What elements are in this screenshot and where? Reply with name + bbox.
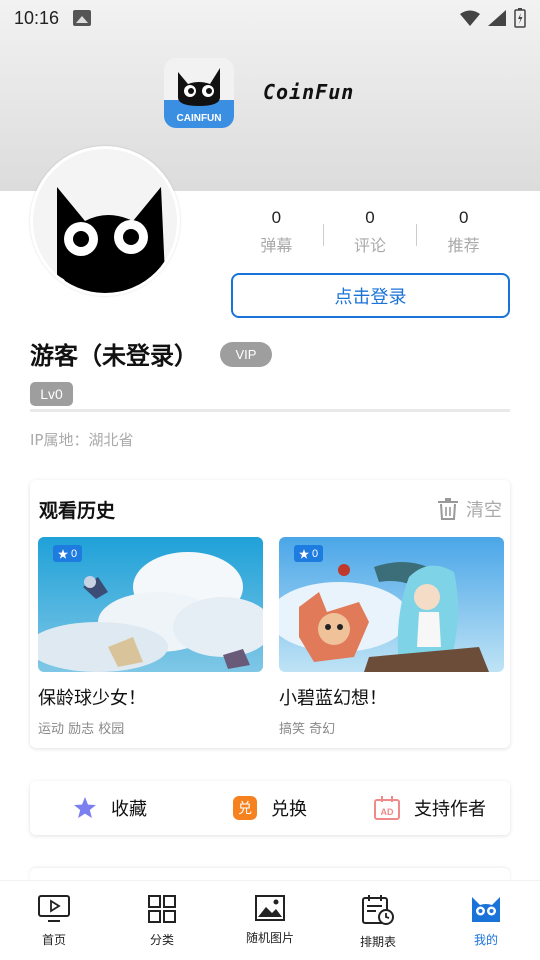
app-logo: CAINFUN (164, 58, 234, 128)
bottom-navigation: 首页 分类 随机图片 排期表 我的 (0, 880, 540, 960)
svg-text:AD: AD (381, 807, 394, 817)
stat-label: 评论 (354, 236, 387, 255)
star-icon (74, 797, 96, 818)
vip-badge[interactable]: VIP (220, 342, 272, 367)
favorite-count-badge: 0 (294, 545, 324, 562)
level-badge: Lv0 (30, 382, 73, 406)
app-name: CoinFun (263, 80, 355, 104)
exchange-icon: 兑 (233, 796, 257, 820)
nav-random-image-label: 随机图片 (245, 931, 294, 945)
wifi-icon (460, 10, 480, 26)
watch-history-title: 观看历史 (39, 500, 116, 522)
nav-home-label: 首页 (41, 933, 66, 947)
favorites-label: 收藏 (111, 799, 147, 820)
video-tags: 运动 励志 校园 (38, 722, 125, 737)
history-item[interactable]: 0 保龄球少女！ 运动 励志 校园 (38, 537, 263, 737)
nav-mine-label: 我的 (473, 933, 498, 947)
ad-icon: AD (374, 796, 400, 820)
trash-icon (438, 498, 458, 520)
avatar[interactable] (30, 146, 180, 296)
login-button[interactable]: 点击登录 (231, 273, 510, 318)
video-title: 小碧蓝幻想！ (279, 688, 387, 709)
nav-home[interactable]: 首页 (0, 881, 108, 960)
stat-label: 推荐 (447, 236, 480, 255)
video-thumbnail: 0 (38, 537, 263, 672)
favorite-count: 0 (71, 547, 78, 560)
signal-icon (488, 10, 506, 26)
level-progress-divider (30, 409, 510, 412)
star-icon (299, 548, 309, 559)
watch-history-card: 观看历史 清空 0 保龄球少女！ 运动 励志 校园 0 小碧蓝幻想！ 搞笑 奇幻 (30, 480, 510, 748)
user-stats: 0 弹幕 0 评论 0 推荐 (230, 208, 510, 260)
support-author-button[interactable]: AD 支持作者 (350, 795, 510, 821)
quick-actions-card: 收藏 兑 兑换 AD 支持作者 (30, 781, 510, 835)
exchange-button[interactable]: 兑 兑换 (190, 795, 350, 821)
stat-recommend[interactable]: 0 推荐 (417, 208, 510, 260)
status-time: 10:16 (14, 7, 60, 28)
history-item[interactable]: 0 小碧蓝幻想！ 搞笑 奇幻 (279, 537, 504, 737)
nav-schedule[interactable]: 排期表 (324, 881, 432, 960)
star-icon (58, 548, 68, 559)
stat-value: 0 (365, 208, 375, 227)
calendar-clock-icon (362, 895, 394, 925)
nav-random-image[interactable]: 随机图片 (216, 881, 324, 960)
nav-category-label: 分类 (149, 933, 174, 947)
clear-history-button[interactable]: 清空 (438, 496, 502, 522)
video-thumbnail: 0 (279, 537, 504, 672)
video-tags: 搞笑 奇幻 (279, 722, 336, 737)
status-bar: 10:16 (0, 0, 540, 36)
stat-danmaku[interactable]: 0 弹幕 (230, 208, 323, 260)
app-logo-text: CAINFUN (177, 113, 222, 124)
gallery-notification-icon (73, 10, 92, 26)
nav-mine[interactable]: 我的 (432, 881, 540, 960)
clear-label: 清空 (466, 500, 502, 521)
image-icon (255, 895, 285, 921)
username: 游客（未登录） (30, 342, 198, 370)
cat-icon (472, 897, 500, 922)
nav-category[interactable]: 分类 (108, 881, 216, 960)
grid-icon (148, 895, 176, 923)
stat-value: 0 (271, 208, 282, 227)
ip-location: IP属地：湖北省 (30, 431, 134, 449)
support-author-label: 支持作者 (414, 799, 486, 820)
stat-label: 弹幕 (260, 236, 293, 255)
svg-text:兑: 兑 (238, 801, 252, 817)
favorites-button[interactable]: 收藏 (30, 795, 190, 821)
tv-icon (38, 895, 70, 922)
favorite-count: 0 (312, 547, 319, 560)
exchange-label: 兑换 (271, 799, 307, 820)
video-title: 保龄球少女！ (38, 688, 146, 709)
favorite-count-badge: 0 (53, 545, 83, 562)
stat-comments[interactable]: 0 评论 (324, 208, 417, 260)
stat-value: 0 (458, 208, 469, 227)
battery-icon (514, 8, 526, 28)
nav-schedule-label: 排期表 (359, 935, 396, 949)
